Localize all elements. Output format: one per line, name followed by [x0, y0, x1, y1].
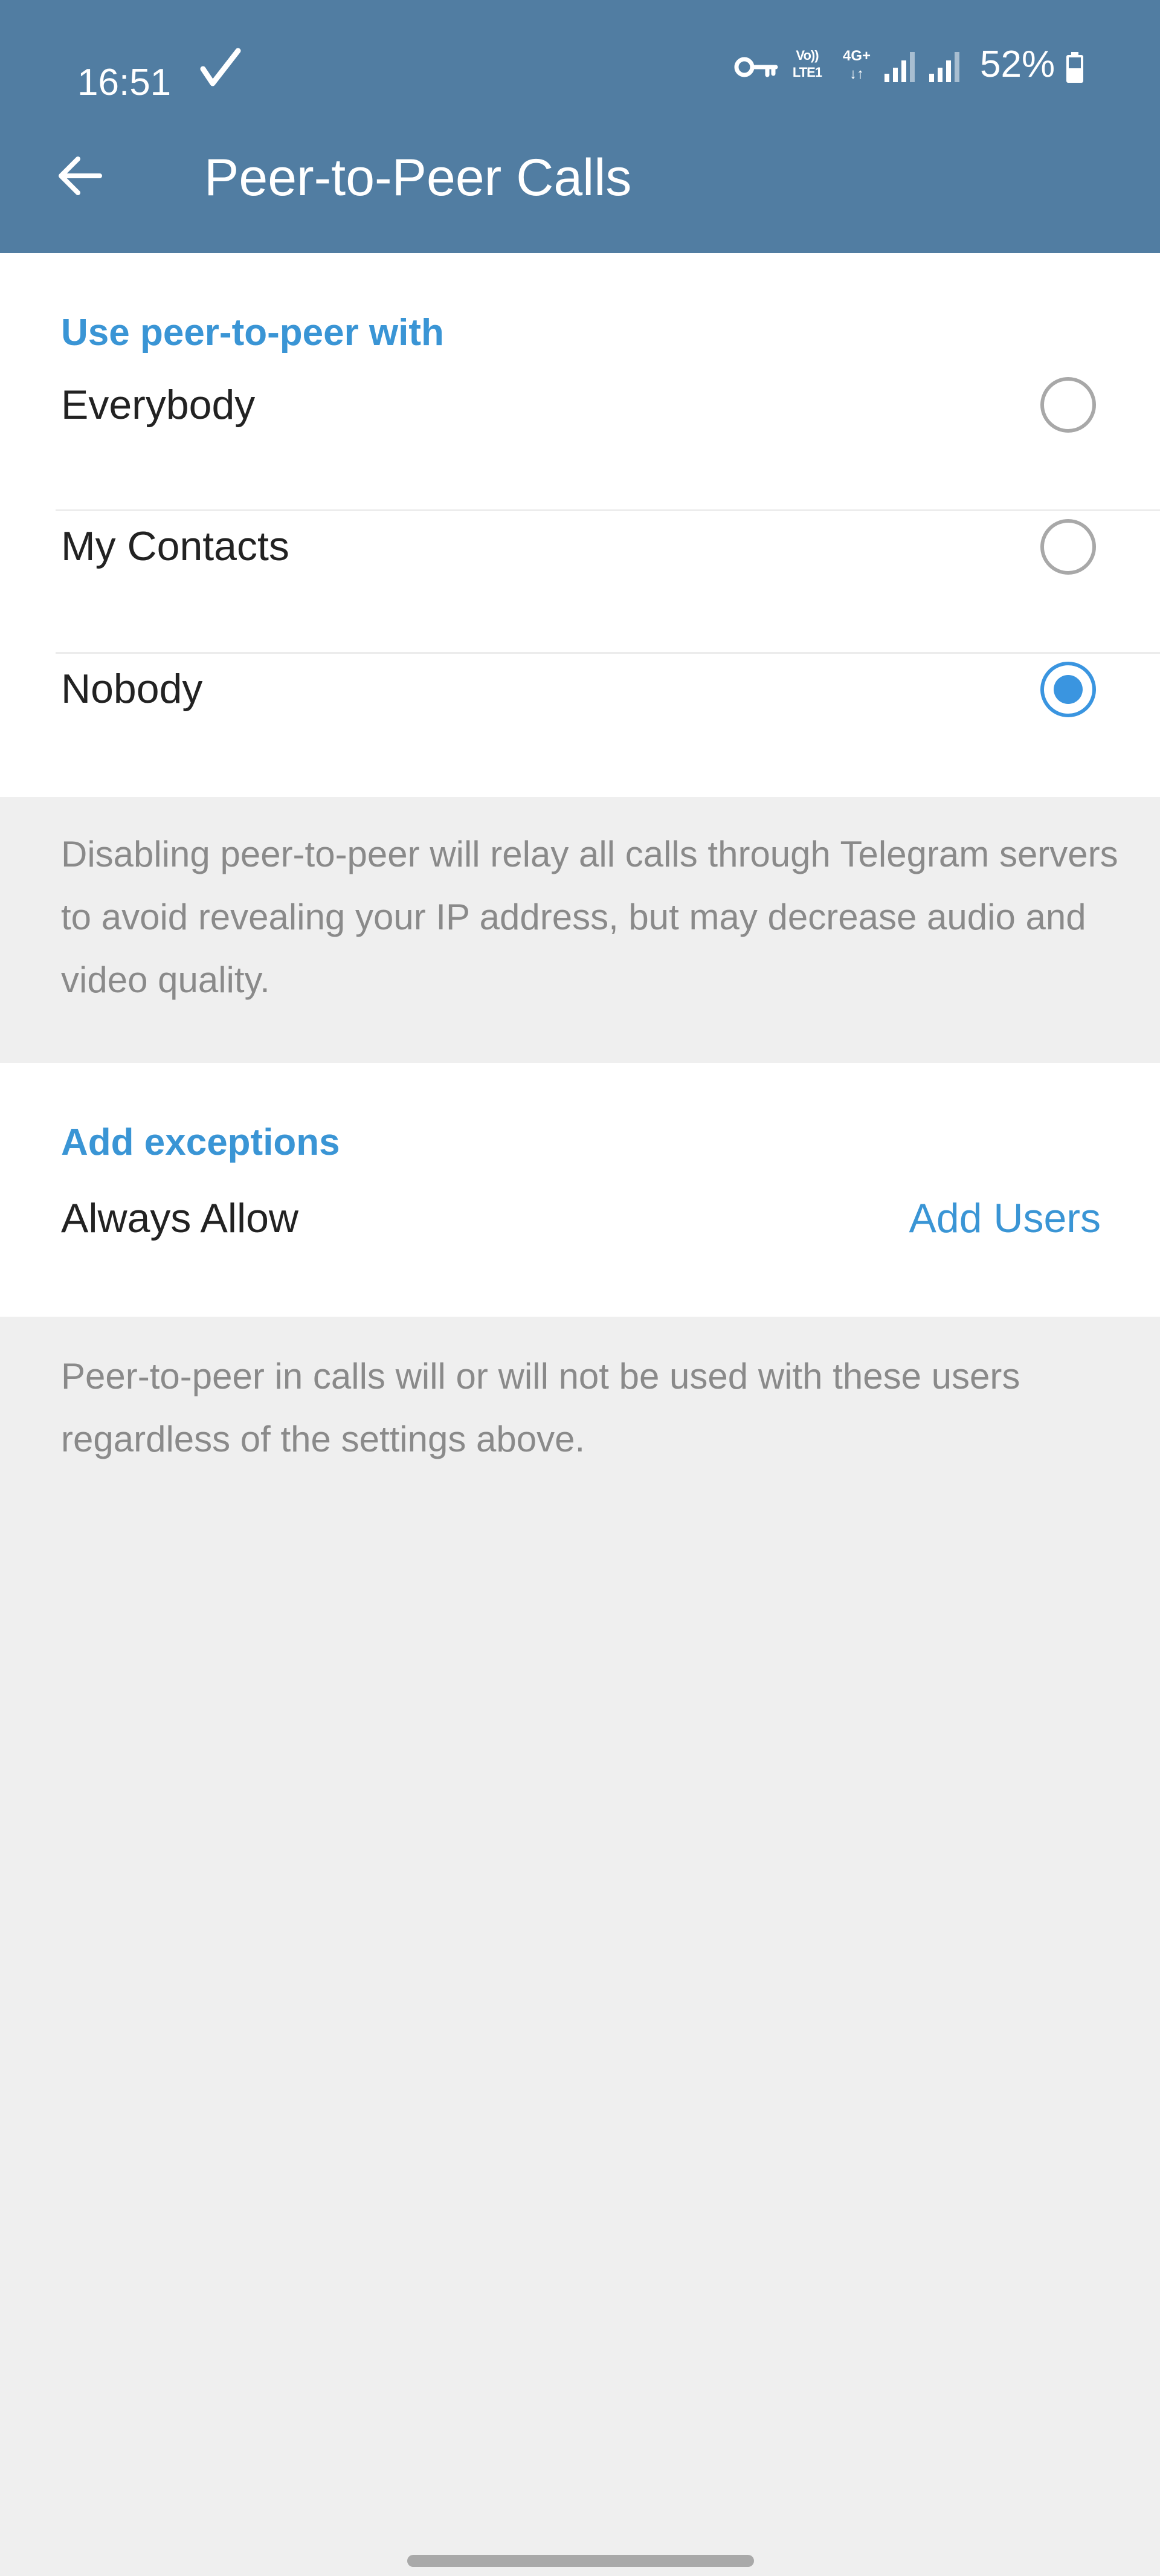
battery-icon — [1066, 52, 1083, 83]
key-icon — [734, 57, 778, 77]
add-users-button[interactable]: Add Users — [909, 1191, 1101, 1245]
check-icon — [200, 48, 241, 86]
option-nobody[interactable]: Nobody — [0, 618, 1160, 761]
signal-icon-sim2 — [929, 52, 959, 82]
radio-nobody[interactable] — [1040, 662, 1096, 717]
home-indicator[interactable] — [407, 2555, 754, 2567]
network-type-label: 4G+ — [842, 48, 871, 64]
peer-info-text: Disabling peer-to-peer will relay all ca… — [61, 834, 1118, 1000]
network-type-icon: 4G+ ↓↑ — [837, 47, 876, 87]
back-button[interactable] — [46, 143, 112, 209]
status-time: 16:51 — [77, 62, 172, 103]
exceptions-info-text: Peer-to-peer in calls will or will not b… — [61, 1356, 1020, 1459]
radio-my-contacts[interactable] — [1040, 519, 1096, 575]
always-allow-row[interactable]: Always Allow Add Users — [0, 1170, 1160, 1291]
option-label: Everybody — [61, 382, 256, 428]
arrow-left-icon — [59, 157, 102, 195]
always-allow-label: Always Allow — [61, 1195, 299, 1241]
option-label: My Contacts — [61, 523, 289, 569]
battery-percent: 52% — [980, 44, 1055, 85]
data-arrows-label: ↓↑ — [849, 66, 864, 82]
peer-to-peer-section: Use peer-to-peer with Everybody My Conta… — [0, 253, 1160, 797]
lte-label: LTE1 — [792, 65, 822, 80]
volte-label: Vo)) — [796, 48, 819, 63]
signal-icon — [884, 52, 915, 82]
radio-selected-dot — [1054, 675, 1083, 704]
option-label: Nobody — [61, 666, 203, 712]
option-everybody[interactable]: Everybody — [0, 334, 1160, 477]
exceptions-section: Add exceptions Always Allow Add Users — [0, 1063, 1160, 1317]
app-header: 16:51 Vo)) LTE1 4G+ ↓↑ 52% Peer-to-Peer … — [0, 0, 1160, 253]
section-header-exceptions: Add exceptions — [61, 1122, 340, 1163]
volte-icon: Vo)) LTE1 — [785, 47, 829, 87]
radio-everybody[interactable] — [1040, 377, 1096, 433]
page-title: Peer-to-Peer Calls — [204, 149, 632, 207]
option-my-contacts[interactable]: My Contacts — [0, 476, 1160, 618]
